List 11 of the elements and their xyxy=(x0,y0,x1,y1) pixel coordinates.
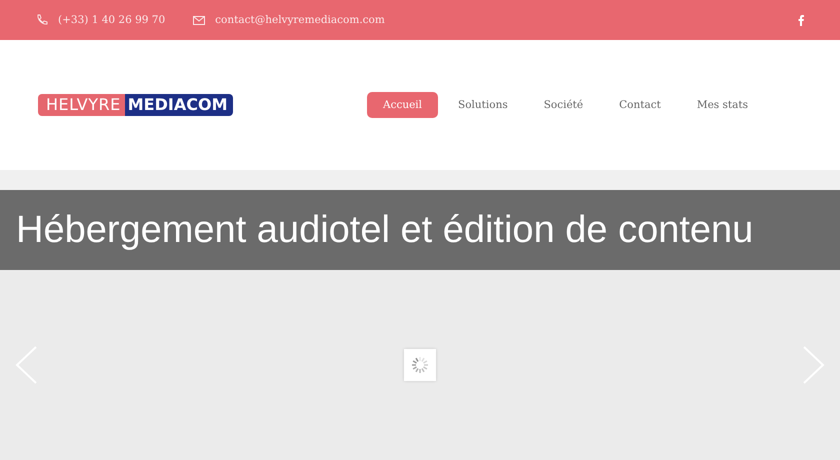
phone-number: (+33) 1 40 26 99 70 xyxy=(58,14,166,26)
page-title: Hébergement audiotel et édition de contenu xyxy=(16,208,754,252)
facebook-icon[interactable] xyxy=(798,14,804,26)
nav-tab[interactable]: Société xyxy=(528,92,600,118)
spinner-icon xyxy=(411,356,429,374)
phone-icon xyxy=(36,14,48,26)
nav-tab[interactable]: Mes stats xyxy=(680,92,764,118)
mail-icon xyxy=(193,16,206,24)
nav-tab[interactable]: Accueil xyxy=(366,92,438,118)
nav-tab[interactable]: Solutions xyxy=(442,92,524,118)
nav-tab[interactable]: Contact xyxy=(603,92,677,118)
